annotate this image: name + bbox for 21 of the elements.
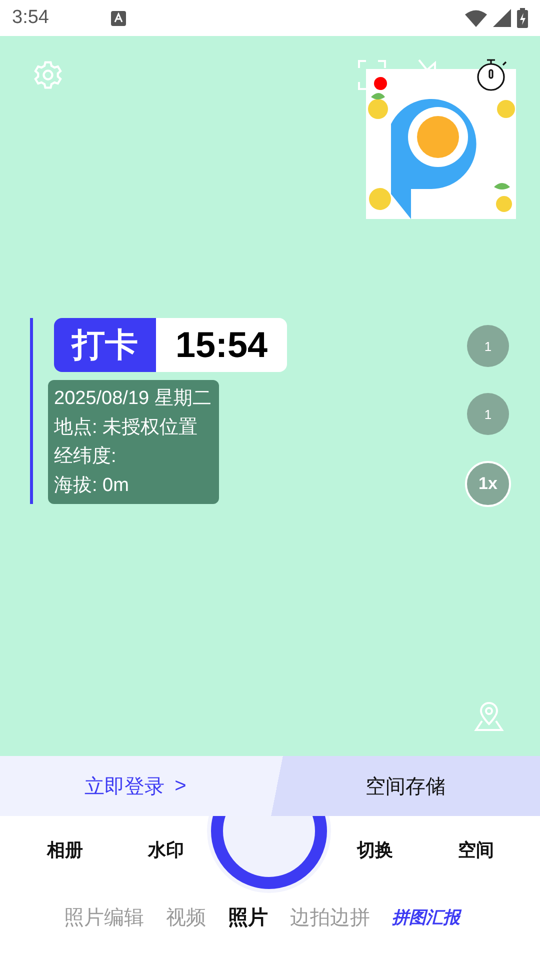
tool-button[interactable]: 切换 xyxy=(356,838,394,862)
checkin-tag: 打卡 xyxy=(54,318,156,372)
tool-button[interactable]: 水印 xyxy=(147,838,185,862)
status-time: 3:54 xyxy=(12,7,49,29)
login-button[interactable]: 立即登录 > xyxy=(0,756,271,816)
tool-button[interactable]: 空间 xyxy=(457,838,495,862)
info-line: 地点: 未授权位置 xyxy=(54,416,199,440)
info-line: 2025/08/19 星期二 xyxy=(54,387,212,411)
mode-tab[interactable]: 拼图汇报 xyxy=(392,906,460,929)
keyboard-icon xyxy=(110,10,126,26)
aspect-ratio-icon[interactable] xyxy=(358,60,386,90)
tool-button[interactable]: 相册 xyxy=(46,838,84,862)
info-line: 经纬度: xyxy=(54,445,118,469)
info-line: 海拔: 0m xyxy=(54,474,130,498)
storage-button[interactable]: 空间存储 xyxy=(271,756,540,816)
battery-icon xyxy=(517,8,528,28)
timer-icon[interactable] xyxy=(476,58,508,92)
signal-icon xyxy=(493,9,511,27)
mode-tab[interactable]: 照片 xyxy=(228,904,268,931)
checkin-time: 15:54 xyxy=(156,318,287,372)
wifi-icon xyxy=(465,10,487,26)
